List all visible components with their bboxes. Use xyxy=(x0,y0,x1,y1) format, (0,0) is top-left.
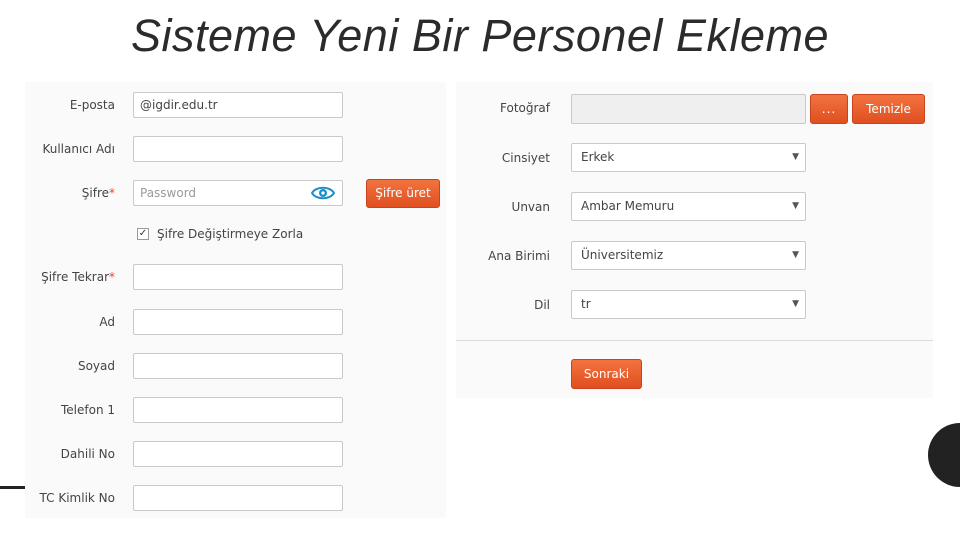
password-repeat-field[interactable] xyxy=(133,264,343,290)
extension-label-row: Dahili No xyxy=(25,441,115,467)
chevron-down-icon: ▼ xyxy=(792,201,799,211)
title-selected-value: Ambar Memuru xyxy=(581,199,675,213)
decorative-circle xyxy=(928,423,960,487)
first-name-label-row: Ad xyxy=(25,309,115,335)
national-id-label-row: TC Kimlik No xyxy=(25,485,115,511)
eye-icon[interactable] xyxy=(311,185,335,201)
browse-button[interactable]: ... xyxy=(810,94,848,124)
main-unit-label: Ana Birimi xyxy=(488,249,550,263)
last-name-label-row: Soyad xyxy=(25,353,115,379)
language-label-row: Dil xyxy=(456,292,550,318)
photo-path-field[interactable] xyxy=(571,94,806,124)
password-label-row: Şifre* xyxy=(25,180,115,206)
phone-label: Telefon 1 xyxy=(60,403,115,417)
photo-label-row: Fotoğraf xyxy=(456,95,550,121)
username-label-row: Kullanıcı Adı xyxy=(25,136,115,162)
username-label: Kullanıcı Adı xyxy=(42,142,115,156)
extension-field[interactable] xyxy=(133,441,343,467)
national-id-field[interactable] xyxy=(133,485,343,511)
gender-select[interactable]: Erkek ▼ xyxy=(571,143,806,172)
section-divider xyxy=(456,340,933,341)
chevron-down-icon: ▼ xyxy=(792,299,799,309)
main-unit-label-row: Ana Birimi xyxy=(456,243,550,269)
title-select[interactable]: Ambar Memuru ▼ xyxy=(571,192,806,221)
password-repeat-label: Şifre Tekrar* xyxy=(41,270,115,284)
first-name-field[interactable] xyxy=(133,309,343,335)
check-icon: ✓ xyxy=(138,228,148,239)
first-name-label: Ad xyxy=(99,315,115,329)
phone-label-row: Telefon 1 xyxy=(25,397,115,423)
main-unit-select[interactable]: Üniversitemiz ▼ xyxy=(571,241,806,270)
language-selected-value: tr xyxy=(581,297,591,311)
chevron-down-icon: ▼ xyxy=(792,152,799,162)
page-title: Sisteme Yeni Bir Personel Ekleme xyxy=(131,10,829,61)
required-mark: * xyxy=(109,186,115,200)
national-id-label: TC Kimlik No xyxy=(39,491,115,505)
generate-password-button[interactable]: Şifre üret xyxy=(366,179,440,208)
photo-label: Fotoğraf xyxy=(500,101,550,115)
last-name-field[interactable] xyxy=(133,353,343,379)
language-select[interactable]: tr ▼ xyxy=(571,290,806,319)
chevron-down-icon: ▼ xyxy=(792,250,799,260)
email-label-row: E-posta xyxy=(25,92,115,118)
decorative-line xyxy=(0,486,25,489)
username-field[interactable] xyxy=(133,136,343,162)
gender-selected-value: Erkek xyxy=(581,150,615,164)
next-button[interactable]: Sonraki xyxy=(571,359,642,389)
language-label: Dil xyxy=(534,298,550,312)
clear-photo-button[interactable]: Temizle xyxy=(852,94,925,124)
title-label: Unvan xyxy=(511,200,550,214)
main-unit-selected-value: Üniversitemiz xyxy=(581,248,664,262)
last-name-label: Soyad xyxy=(77,359,115,373)
force-change-checkbox[interactable]: ✓ xyxy=(137,228,149,240)
required-mark: * xyxy=(109,270,115,284)
password-label: Şifre* xyxy=(81,186,115,200)
phone-field[interactable] xyxy=(133,397,343,423)
gender-label: Cinsiyet xyxy=(501,151,550,165)
extension-label: Dahili No xyxy=(60,447,115,461)
email-label: E-posta xyxy=(69,98,115,112)
account-settings-panel: Fotoğraf ... Temizle Cinsiyet Erkek ▼ Un… xyxy=(456,82,933,398)
password-repeat-label-row: Şifre Tekrar* xyxy=(25,264,115,290)
personal-info-panel: E-posta Kullanıcı Adı Şifre* Şifre üret … xyxy=(25,82,446,518)
force-change-label: Şifre Değiştirmeye Zorla xyxy=(157,227,304,241)
gender-label-row: Cinsiyet xyxy=(456,145,550,171)
title-label-row: Unvan xyxy=(456,194,550,220)
email-field[interactable] xyxy=(133,92,343,118)
